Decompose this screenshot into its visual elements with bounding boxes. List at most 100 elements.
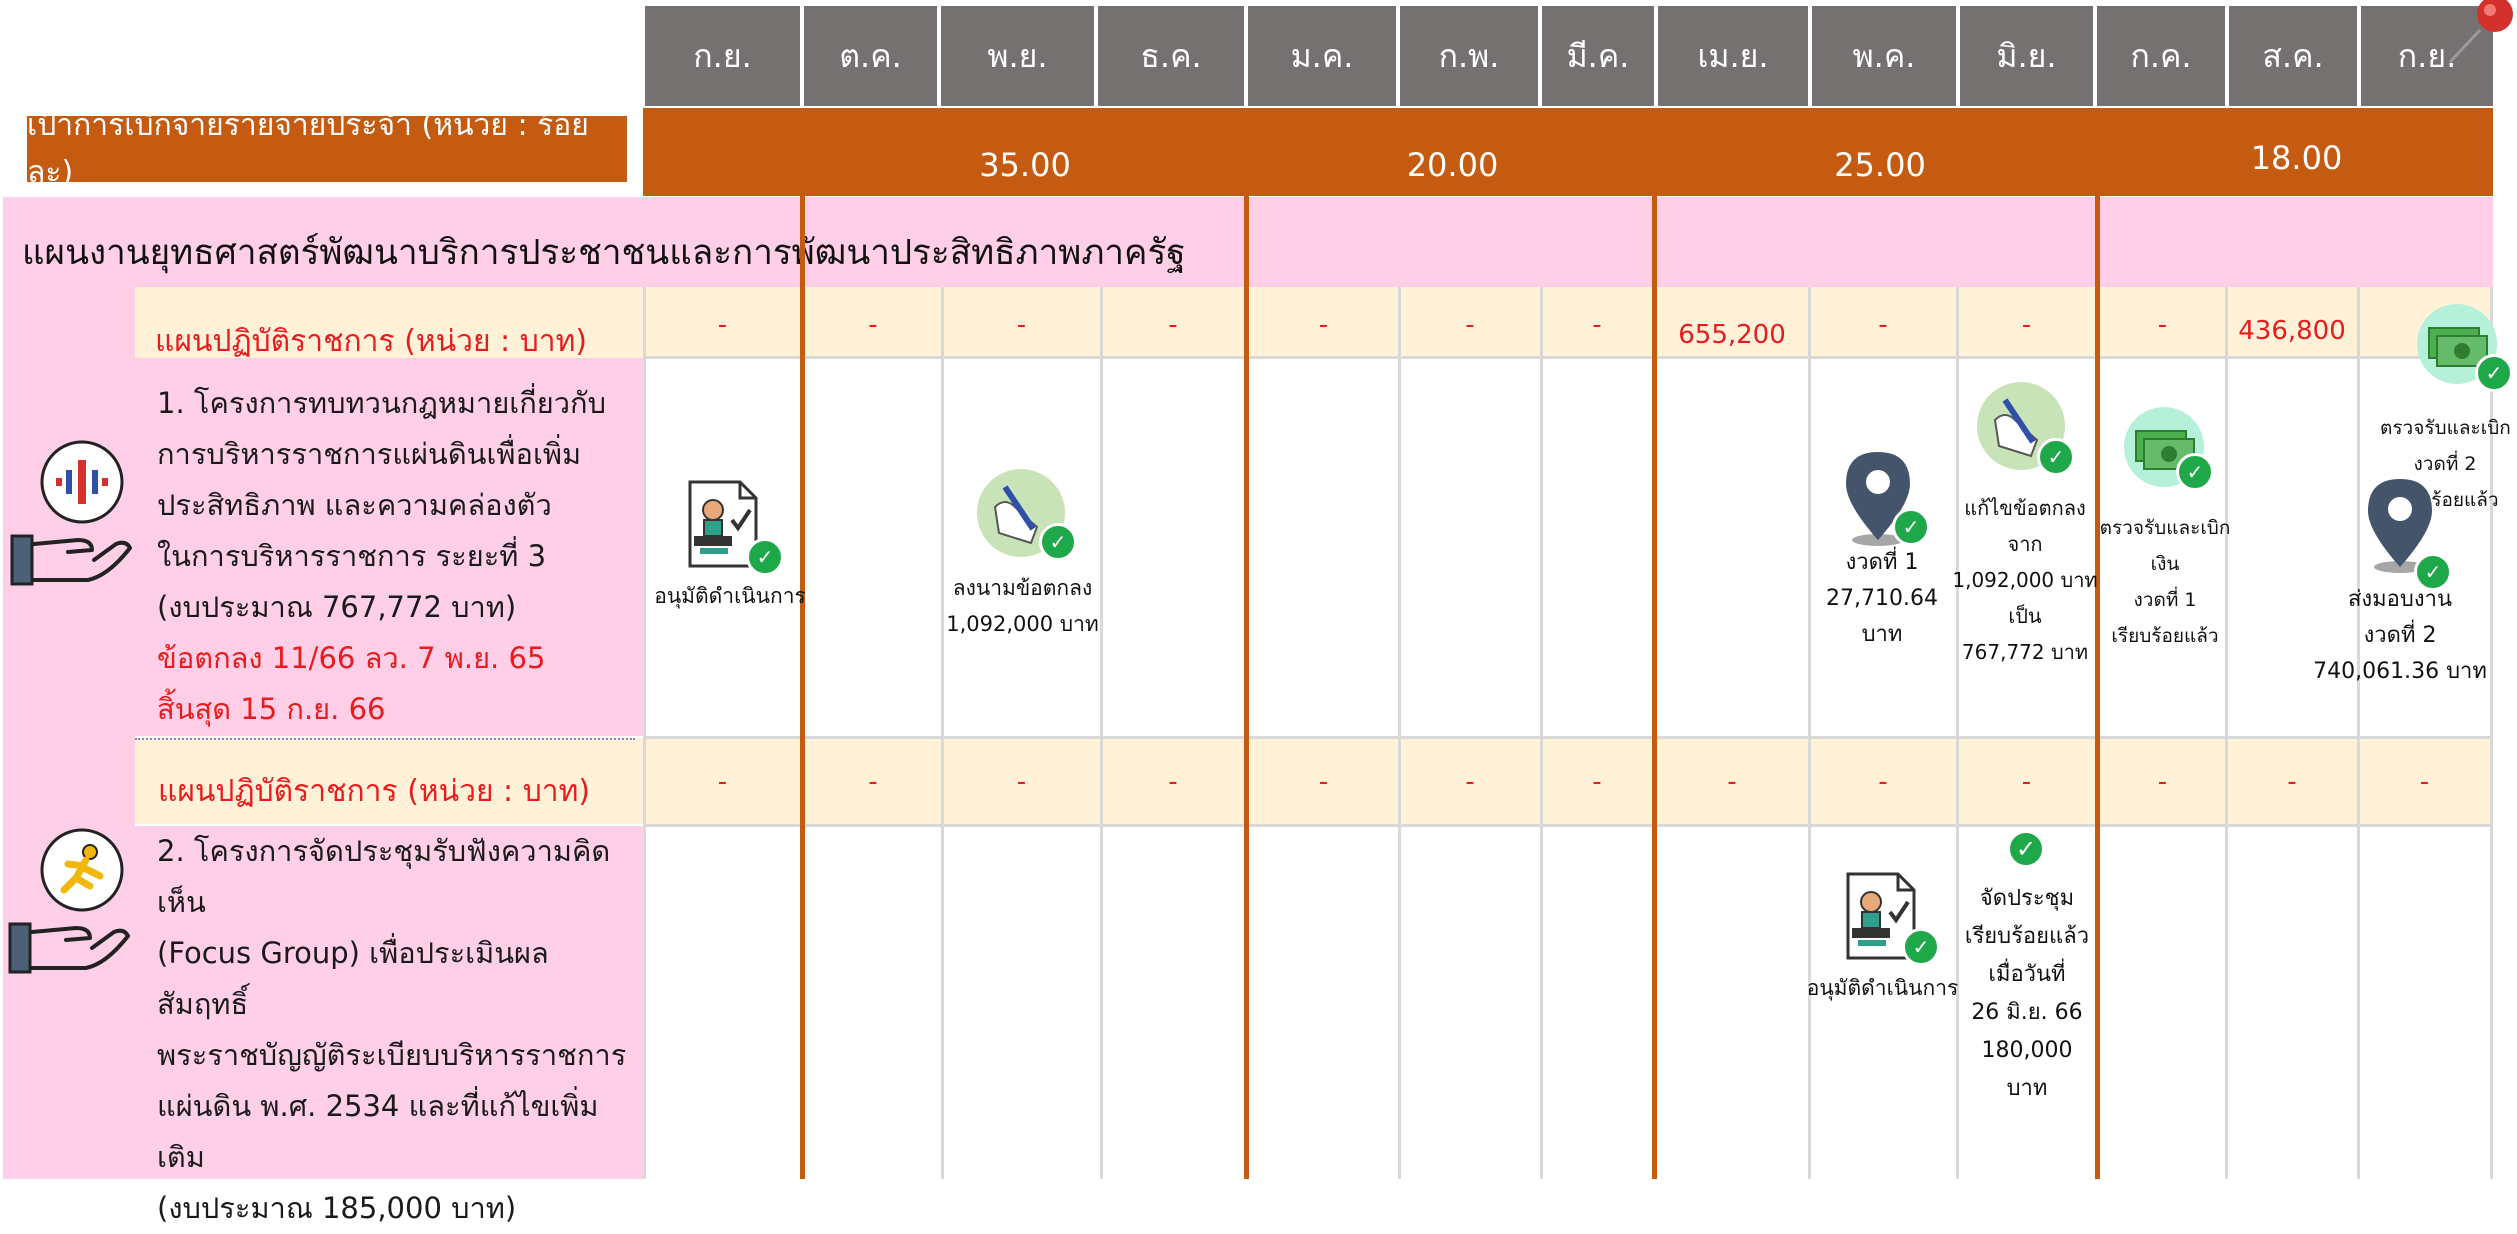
plan-1-value: - [868, 310, 878, 340]
project-1-description: 1. โครงการทบทวนกฎหมายเกี่ยวกับ การบริหาร… [157, 378, 637, 735]
plan-2-value: - [2157, 767, 2168, 797]
milestone-caption: งวดที่ 1 27,710.64 บาท [1808, 545, 1956, 653]
pushpin-icon [2440, 0, 2517, 70]
month-cell: ต.ค. [804, 6, 937, 106]
running-person-hand-icon [6, 828, 131, 978]
strategy-title: แผนงานยุทธศาสตร์พัฒนาบริการประชาชนและการ… [22, 233, 1186, 273]
caption-line: 1,092,000 บาท [946, 612, 1099, 636]
month-cell: ก.ย. [645, 6, 800, 106]
caption-line: แก้ไขข้อตกลงจาก [1964, 496, 2086, 556]
grid-hline [643, 736, 2493, 739]
plan-1-value: - [1016, 310, 1027, 340]
approval-document-icon: ✓ [680, 480, 784, 576]
location-pin-icon: ✓ [1838, 448, 1930, 548]
check-icon: ✓ [2007, 830, 2045, 868]
plan-1-value: - [1318, 310, 1329, 340]
plan-1-value: - [1168, 310, 1178, 340]
plan-2-value: - [2287, 767, 2297, 797]
target-value-q4: 18.00 [2250, 139, 2343, 177]
plan-1-value: - [2157, 310, 2168, 340]
dotted-divider [135, 738, 635, 740]
check-icon: ✓ [2176, 453, 2214, 491]
check-icon: ✓ [2037, 438, 2075, 476]
month-cell: ก.ค. [2097, 6, 2225, 106]
milestone-caption: จัดประชุม เรียบร้อยแล้ว เมื่อวันที่ 26 ม… [1960, 880, 2094, 1108]
caption-line: จัดประชุม [1979, 886, 2075, 911]
grid-hline [643, 824, 2493, 827]
plan-1-value: - [717, 310, 728, 340]
plan-2-value: - [1168, 767, 1178, 797]
caption-line: ตรวจรับและเบิกเงิน [2099, 517, 2231, 575]
month-cell: พ.ค. [1812, 6, 1956, 106]
caption-line: 1,092,000 บาท [1952, 568, 2098, 592]
caption-line: 767,772 บาท [1961, 640, 2089, 664]
caption-line: เรียบร้อยแล้ว [2111, 625, 2219, 647]
plan-1-value: - [2021, 310, 2032, 340]
caption-line: อนุมัติดำเนินการ [1806, 976, 1959, 1000]
plan-1-value: - [1878, 310, 1888, 340]
grid-vline [941, 287, 944, 1179]
caption-line: 27,710.64 บาท [1826, 586, 1938, 647]
milestone-caption: อนุมัติดำเนินการ [1805, 970, 1960, 1006]
month-cell: ก.พ. [1400, 6, 1538, 106]
project-2-description: 2. โครงการจัดประชุมรับฟังความคิดเห็น (Fo… [157, 826, 637, 1234]
signed-contract-icon: ✓ [975, 467, 1077, 562]
caption-line: อนุมัติดำเนินการ [654, 584, 806, 608]
quarter-divider [1244, 108, 1249, 1179]
check-icon: ✓ [746, 538, 784, 576]
month-cell: ธ.ค. [1098, 6, 1244, 106]
project-1-agreement: ข้อตกลง 11/66 ลว. 7 พ.ย. 65 [157, 641, 546, 675]
plan-label-1: แผนปฏิบัติราชการ (หน่วย : บาท) [155, 324, 588, 359]
target-value-q2: 20.00 [1406, 146, 1499, 184]
grid-vline [2225, 287, 2228, 1179]
caption-line: 180,000 บาท [1981, 1038, 2073, 1101]
check-icon: ✓ [2475, 354, 2513, 392]
hand-logo-icon [8, 440, 133, 590]
project-1-line: ในการบริหารราชการ ระยะที่ 3 [157, 539, 547, 573]
check-icon: ✓ [1039, 523, 1077, 561]
month-cell: มิ.ย. [1960, 6, 2093, 106]
caption-line: งวดที่ 2 [2363, 623, 2437, 648]
project-1-end-date: สิ้นสุด 15 ก.ย. 66 [157, 692, 386, 726]
caption-line: งวดที่ 1 [2133, 589, 2197, 611]
caption-line: งวดที่ 1 [1845, 550, 1919, 575]
month-cell: เม.ย. [1658, 6, 1808, 106]
quarter-divider [800, 108, 805, 1179]
month-cell: มี.ค. [1542, 6, 1654, 106]
project-2-line: พระราชบัญญัติระเบียบบริหารราชการ [157, 1038, 627, 1072]
money-icon: ✓ [2122, 405, 2214, 495]
target-value-q3: 25.00 [1834, 146, 1926, 184]
plan-2-value: - [1727, 767, 1737, 797]
caption-line: เป็น [2008, 604, 2042, 628]
plan-2-value: - [1318, 767, 1329, 797]
grid-vline [1398, 287, 1401, 1179]
plan-2-value: - [2419, 767, 2430, 797]
month-header-row: ก.ย. ต.ค. พ.ย. ธ.ค. ม.ค. ก.พ. มี.ค. เม.ย… [643, 6, 2493, 106]
project-2-line: 2. โครงการจัดประชุมรับฟังความคิดเห็น [157, 834, 611, 919]
milestone-caption: ตรวจรับและเบิกเงิน งวดที่ 1 เรียบร้อยแล้… [2095, 510, 2235, 654]
plan-2-value: - [868, 767, 878, 797]
target-value-q1: 35.00 [979, 146, 1071, 184]
milestone-caption: อนุมัติดำเนินการ [645, 578, 815, 614]
target-label: เป้าการเบิกจ่ายรายจ่ายประจำ (หน่วย : ร้อ… [27, 108, 589, 190]
quarter-divider [1652, 108, 1657, 1179]
month-cell: ม.ค. [1248, 6, 1396, 106]
grid-vline [1100, 287, 1103, 1179]
grid-vline [1540, 287, 1543, 1179]
plan-2-value: - [1465, 767, 1475, 797]
plan-2-value: - [1878, 767, 1888, 797]
plan-1-value: 655,200 [1678, 320, 1786, 350]
milestone-caption: ลงนามข้อตกลง 1,092,000 บาท [940, 570, 1105, 642]
plan-2-value: - [1016, 767, 1027, 797]
project-1-line: การบริหารราชการแผ่นดินเพื่อเพิ่ม [157, 437, 582, 471]
milestone-caption: แก้ไขข้อตกลงจาก 1,092,000 บาท เป็น 767,7… [1950, 490, 2100, 670]
money-icon: ✓ [2415, 302, 2513, 392]
month-cell: พ.ย. [941, 6, 1094, 106]
grid-hline [643, 356, 2493, 359]
caption-line: ตรวจรับและเบิกเงิน [2380, 417, 2510, 439]
check-icon: ✓ [1902, 928, 1940, 966]
caption-line: เมื่อวันที่ [1988, 962, 2066, 987]
project-2-line: (งบประมาณ 185,000 บาท) [157, 1191, 517, 1225]
milestone-caption: ส่งมอบงาน งวดที่ 2 740,061.36 บาท [2305, 582, 2495, 690]
approval-document-icon: ✓ [1838, 872, 1940, 966]
